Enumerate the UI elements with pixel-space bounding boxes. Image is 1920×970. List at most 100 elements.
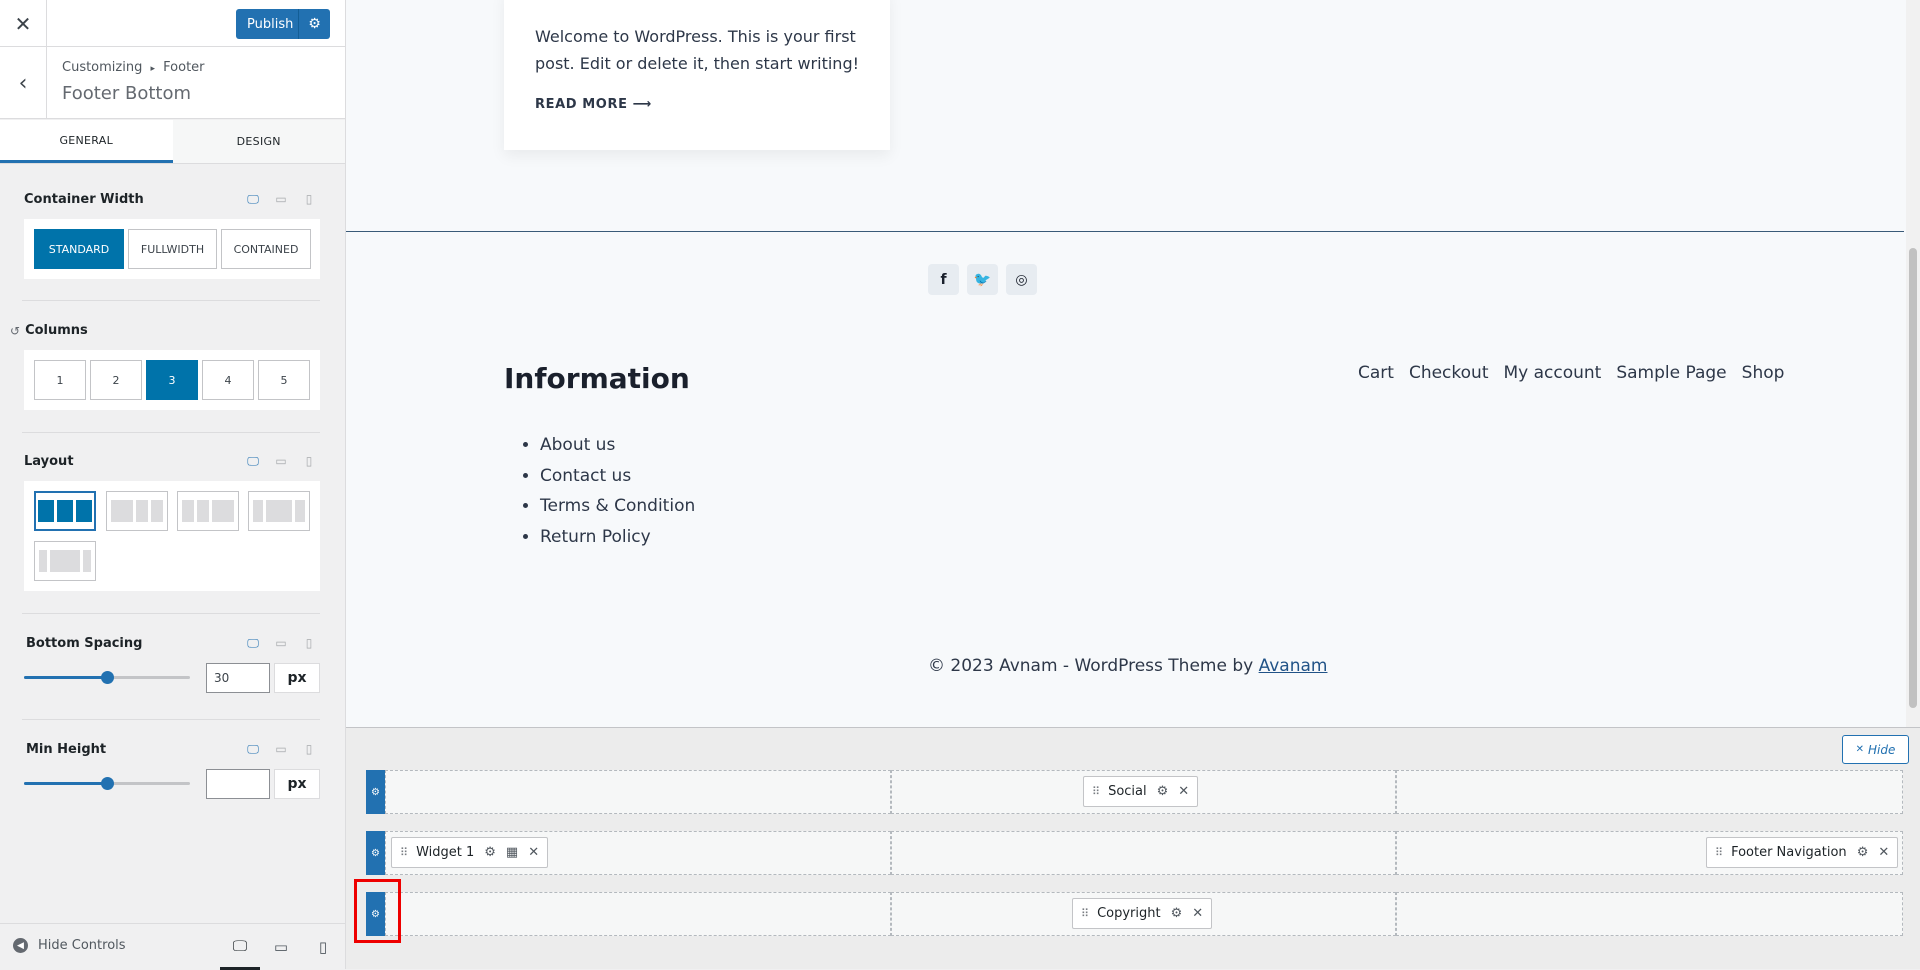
chevron-left-icon: ‹ — [18, 70, 28, 96]
nav-link-checkout[interactable]: Checkout — [1409, 363, 1489, 383]
drag-handle-icon[interactable]: ⠿ — [1081, 907, 1089, 920]
mobile-icon[interactable]: ▯ — [302, 192, 316, 207]
columns-2-option[interactable]: 2 — [90, 360, 142, 400]
info-link[interactable]: Return Policy — [540, 522, 695, 553]
widgets-icon[interactable]: ▦ — [506, 845, 518, 860]
close-icon[interactable]: ✕ — [1178, 784, 1189, 799]
gear-icon[interactable]: ⚙ — [1157, 784, 1169, 799]
info-link[interactable]: Terms & Condition — [540, 491, 695, 522]
close-icon[interactable]: ✕ — [528, 845, 539, 860]
bottom-spacing-unit[interactable]: px — [274, 663, 320, 693]
info-link[interactable]: About us — [540, 430, 695, 461]
builder-item-social[interactable]: ⠿ Social ⚙ ✕ — [1083, 776, 1199, 807]
scroll-thumb[interactable] — [1909, 248, 1917, 708]
read-more-link[interactable]: READ MORE ⟶ — [535, 97, 652, 112]
desktop-icon[interactable]: 🖵 — [246, 192, 260, 207]
drag-handle-icon[interactable]: ⠿ — [1092, 785, 1100, 798]
tablet-icon[interactable]: ▭ — [274, 192, 288, 207]
desktop-icon[interactable]: 🖵 — [246, 636, 260, 651]
layout-right-half-option[interactable] — [177, 491, 239, 531]
facebook-icon[interactable]: f — [928, 264, 959, 295]
width-contained-option[interactable]: CONTAINED — [221, 229, 311, 269]
columns-label: Columns — [25, 323, 88, 338]
builder-item-label: Footer Navigation — [1731, 845, 1847, 860]
drag-handle-icon[interactable]: ⠿ — [1715, 846, 1723, 859]
builder-column[interactable] — [1396, 770, 1903, 814]
mobile-icon[interactable]: ▯ — [302, 742, 316, 757]
columns-5-option[interactable]: 5 — [258, 360, 310, 400]
preview-scrollbar[interactable] — [1906, 0, 1920, 727]
copyright-link[interactable]: Avanam — [1259, 656, 1328, 676]
columns-4-option[interactable]: 4 — [202, 360, 254, 400]
preview-tablet-button[interactable]: ▭ — [261, 924, 301, 970]
layout-options — [24, 481, 320, 591]
desktop-icon[interactable]: 🖵 — [246, 742, 260, 757]
hide-controls-button[interactable]: ◀ Hide Controls — [13, 938, 126, 953]
drag-handle-icon[interactable]: ⠿ — [400, 846, 408, 859]
width-fullwidth-option[interactable]: FULLWIDTH — [128, 229, 217, 269]
builder-item-widget-1[interactable]: ⠿ Widget 1 ⚙ ▦ ✕ — [391, 837, 549, 868]
min-height-input[interactable] — [206, 769, 270, 799]
divider — [22, 300, 320, 301]
row-settings-gear-icon[interactable]: ⚙ — [366, 770, 385, 814]
footer-navigation: Cart Checkout My account Sample Page Sho… — [1358, 363, 1784, 383]
mobile-icon[interactable]: ▯ — [302, 636, 316, 651]
nav-link-cart[interactable]: Cart — [1358, 363, 1394, 383]
container-width-options: STANDARD FULLWIDTH CONTAINED — [24, 219, 320, 279]
row-settings-gear-icon[interactable]: ⚙ — [366, 831, 385, 875]
gear-icon[interactable]: ⚙ — [1171, 906, 1183, 921]
bottom-spacing-slider-handle[interactable] — [101, 671, 114, 684]
builder-item-footer-navigation[interactable]: ⠿ Footer Navigation ⚙ ✕ — [1706, 837, 1899, 868]
instagram-icon[interactable]: ◎ — [1006, 264, 1037, 295]
copyright-prefix: © 2023 Avnam - WordPress Theme by — [928, 656, 1259, 676]
publish-settings-gear-icon[interactable]: ⚙ — [298, 9, 330, 39]
nav-link-sample-page[interactable]: Sample Page — [1616, 363, 1726, 383]
footer-builder: ✕ Hide ⚙ ⠿ Social ⚙ ✕ ⚙ ⠿ Widget 1 ⚙ ▦ ✕… — [346, 727, 1920, 969]
builder-item-copyright[interactable]: ⠿ Copyright ⚙ ✕ — [1072, 898, 1213, 929]
gear-icon[interactable]: ⚙ — [484, 845, 496, 860]
close-icon[interactable]: ✕ — [1192, 906, 1203, 921]
bottom-spacing-input[interactable]: 30 — [206, 663, 270, 693]
min-height-slider-handle[interactable] — [101, 777, 114, 790]
preview-mobile-button[interactable]: ▯ — [303, 924, 343, 970]
tab-general[interactable]: GENERAL — [0, 120, 173, 163]
builder-column[interactable] — [1396, 892, 1903, 936]
breadcrumb-parent: Footer — [163, 60, 205, 75]
close-customizer-button[interactable]: ✕ — [0, 0, 47, 47]
reset-icon[interactable]: ↺ — [10, 324, 20, 338]
min-height-unit[interactable]: px — [274, 769, 320, 799]
layout-center-half-option[interactable] — [248, 491, 310, 531]
builder-column[interactable] — [385, 892, 891, 936]
preview-desktop-button[interactable]: 🖵 — [220, 924, 260, 970]
columns-1-option[interactable]: 1 — [34, 360, 86, 400]
min-height-label: Min Height — [26, 742, 107, 757]
tab-design[interactable]: DESIGN — [172, 120, 345, 163]
layout-left-half-option[interactable] — [106, 491, 168, 531]
twitter-icon[interactable]: 🐦 — [967, 264, 998, 295]
close-icon: ✕ — [14, 11, 32, 36]
close-icon[interactable]: ✕ — [1878, 845, 1889, 860]
nav-link-shop[interactable]: Shop — [1742, 363, 1785, 383]
bottom-spacing-label: Bottom Spacing — [26, 636, 143, 651]
container-width-device-switch: 🖵 ▭ ▯ — [246, 192, 316, 207]
customizer-topbar: ✕ Publish ⚙ — [0, 0, 345, 47]
section-header: ‹ Customizing ▸ Footer Footer Bottom — [0, 47, 345, 119]
tablet-icon[interactable]: ▭ — [274, 454, 288, 469]
tablet-icon[interactable]: ▭ — [274, 742, 288, 757]
nav-link-my-account[interactable]: My account — [1503, 363, 1601, 383]
hide-builder-button[interactable]: ✕ Hide — [1842, 735, 1909, 764]
builder-column[interactable] — [385, 770, 891, 814]
tablet-icon[interactable]: ▭ — [274, 636, 288, 651]
layout-equal-thirds-option[interactable] — [34, 491, 96, 531]
layout-center-wide-option[interactable] — [34, 541, 96, 581]
desktop-icon[interactable]: 🖵 — [246, 454, 260, 469]
publish-button[interactable]: Publish ⚙ — [236, 9, 330, 39]
gear-icon[interactable]: ⚙ — [1857, 845, 1869, 860]
mobile-icon[interactable]: ▯ — [302, 454, 316, 469]
columns-3-option[interactable]: 3 — [146, 360, 198, 400]
builder-column[interactable] — [891, 831, 1396, 875]
info-link[interactable]: Contact us — [540, 461, 695, 492]
columns-label-wrap: ↺ Columns — [10, 323, 88, 338]
width-standard-option[interactable]: STANDARD — [34, 229, 124, 269]
back-button[interactable]: ‹ — [0, 47, 47, 119]
